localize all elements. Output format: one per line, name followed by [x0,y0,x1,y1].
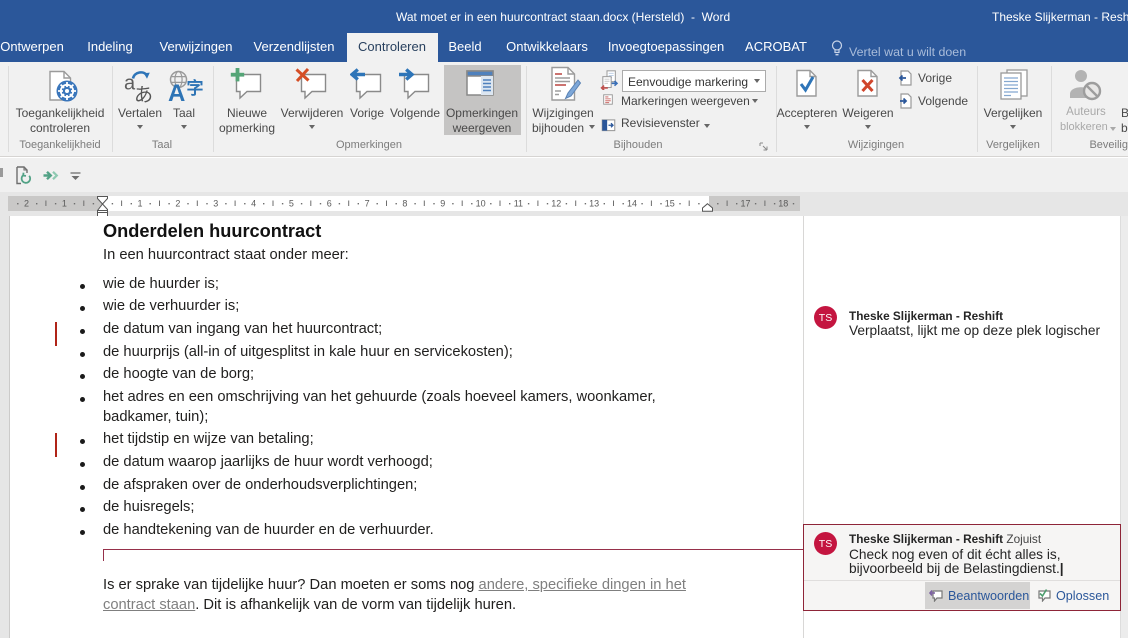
svg-text:9: 9 [440,199,445,209]
svg-text:2: 2 [24,199,29,209]
svg-text:8: 8 [402,199,407,209]
svg-text:12: 12 [551,199,561,209]
svg-text:3: 3 [213,199,218,209]
svg-text:17: 17 [740,199,750,209]
svg-text:2: 2 [175,199,180,209]
svg-text:7: 7 [365,199,370,209]
svg-text:13: 13 [589,199,599,209]
svg-text:5: 5 [289,199,294,209]
svg-text:1: 1 [62,199,67,209]
svg-text:10: 10 [476,199,486,209]
svg-text:4: 4 [251,199,256,209]
svg-text:14: 14 [627,199,637,209]
svg-text:18: 18 [778,199,788,209]
svg-text:A: A [168,80,185,104]
svg-text:あ: あ [134,85,153,104]
svg-text:15: 15 [665,199,675,209]
svg-text:1: 1 [137,199,142,209]
svg-text:11: 11 [514,199,523,209]
svg-text:6: 6 [327,199,332,209]
svg-text:字: 字 [187,78,204,98]
